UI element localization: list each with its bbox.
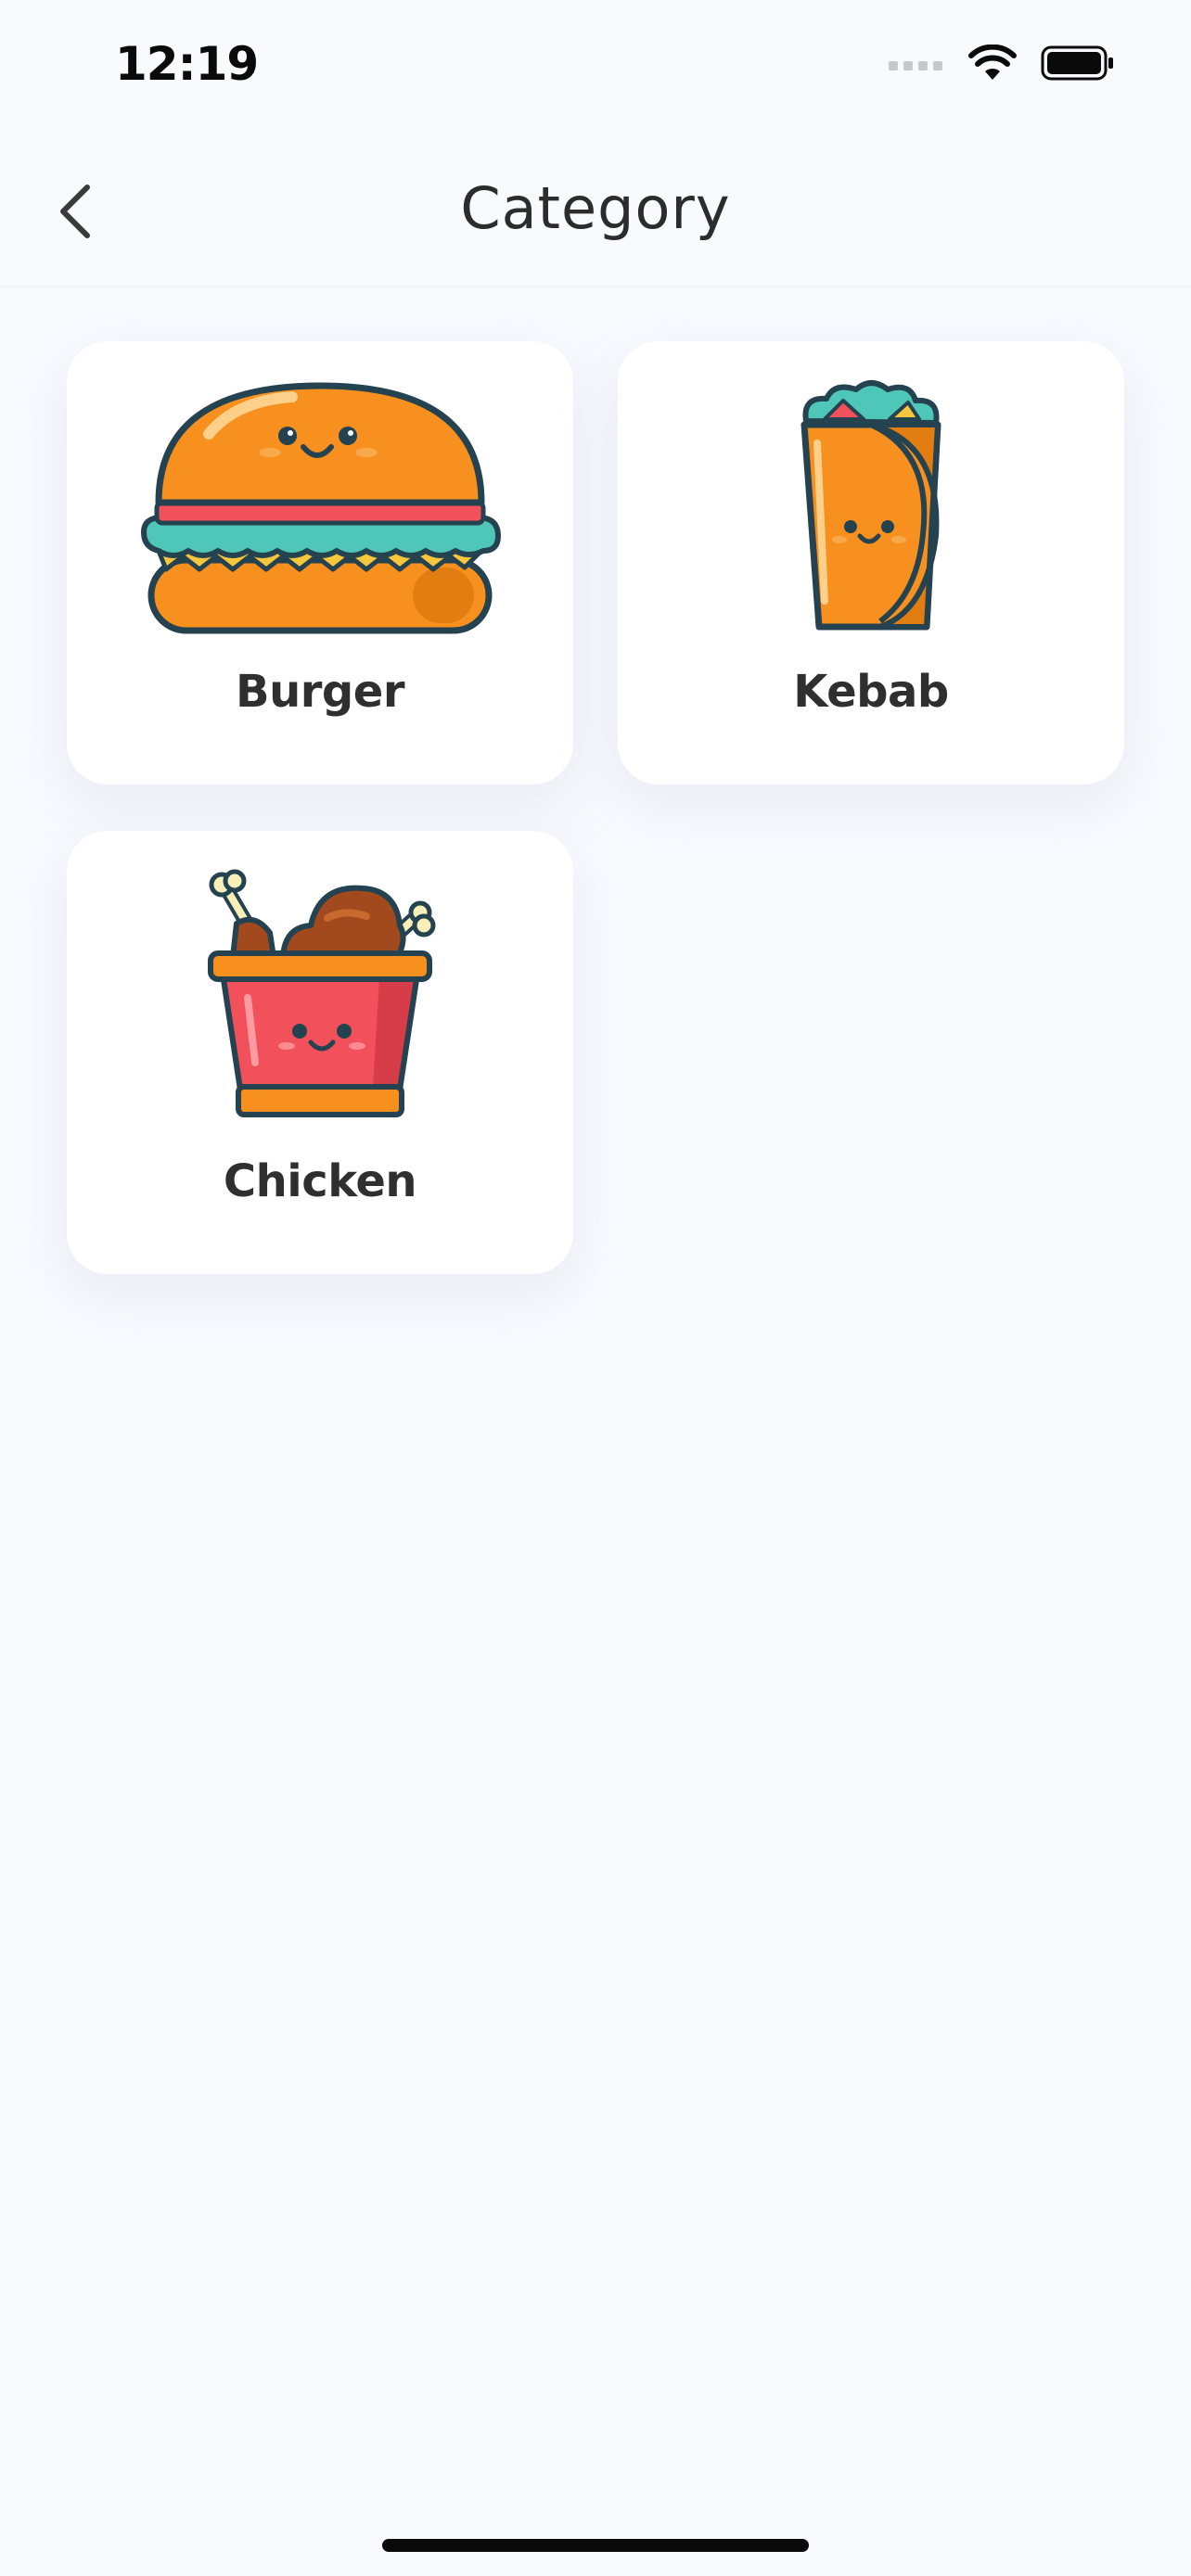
category-card-kebab[interactable]: Kebab: [618, 341, 1124, 784]
home-indicator[interactable]: [382, 2539, 809, 2552]
status-time: 12:19: [115, 37, 259, 91]
battery-icon: [1041, 45, 1115, 85]
category-card-burger[interactable]: Burger: [67, 341, 573, 784]
burger-icon: [67, 378, 573, 638]
kebab-icon: [618, 378, 1124, 638]
header: Category: [0, 139, 1191, 287]
category-label: Kebab: [793, 666, 949, 718]
wifi-icon: [968, 44, 1017, 85]
category-label: Burger: [235, 666, 405, 718]
screen: 12:19 Category Burger Kebab Chicken: [0, 0, 1191, 2576]
chicken-bucket-icon: [67, 868, 573, 1128]
status-bar: 12:19: [0, 0, 1191, 139]
page-title: Category: [460, 174, 731, 242]
header-divider: [0, 286, 1191, 287]
category-card-chicken[interactable]: Chicken: [67, 831, 573, 1274]
cellular-signal-icon: [889, 57, 944, 74]
category-label: Chicken: [223, 1155, 417, 1207]
status-icons: [889, 44, 1115, 85]
